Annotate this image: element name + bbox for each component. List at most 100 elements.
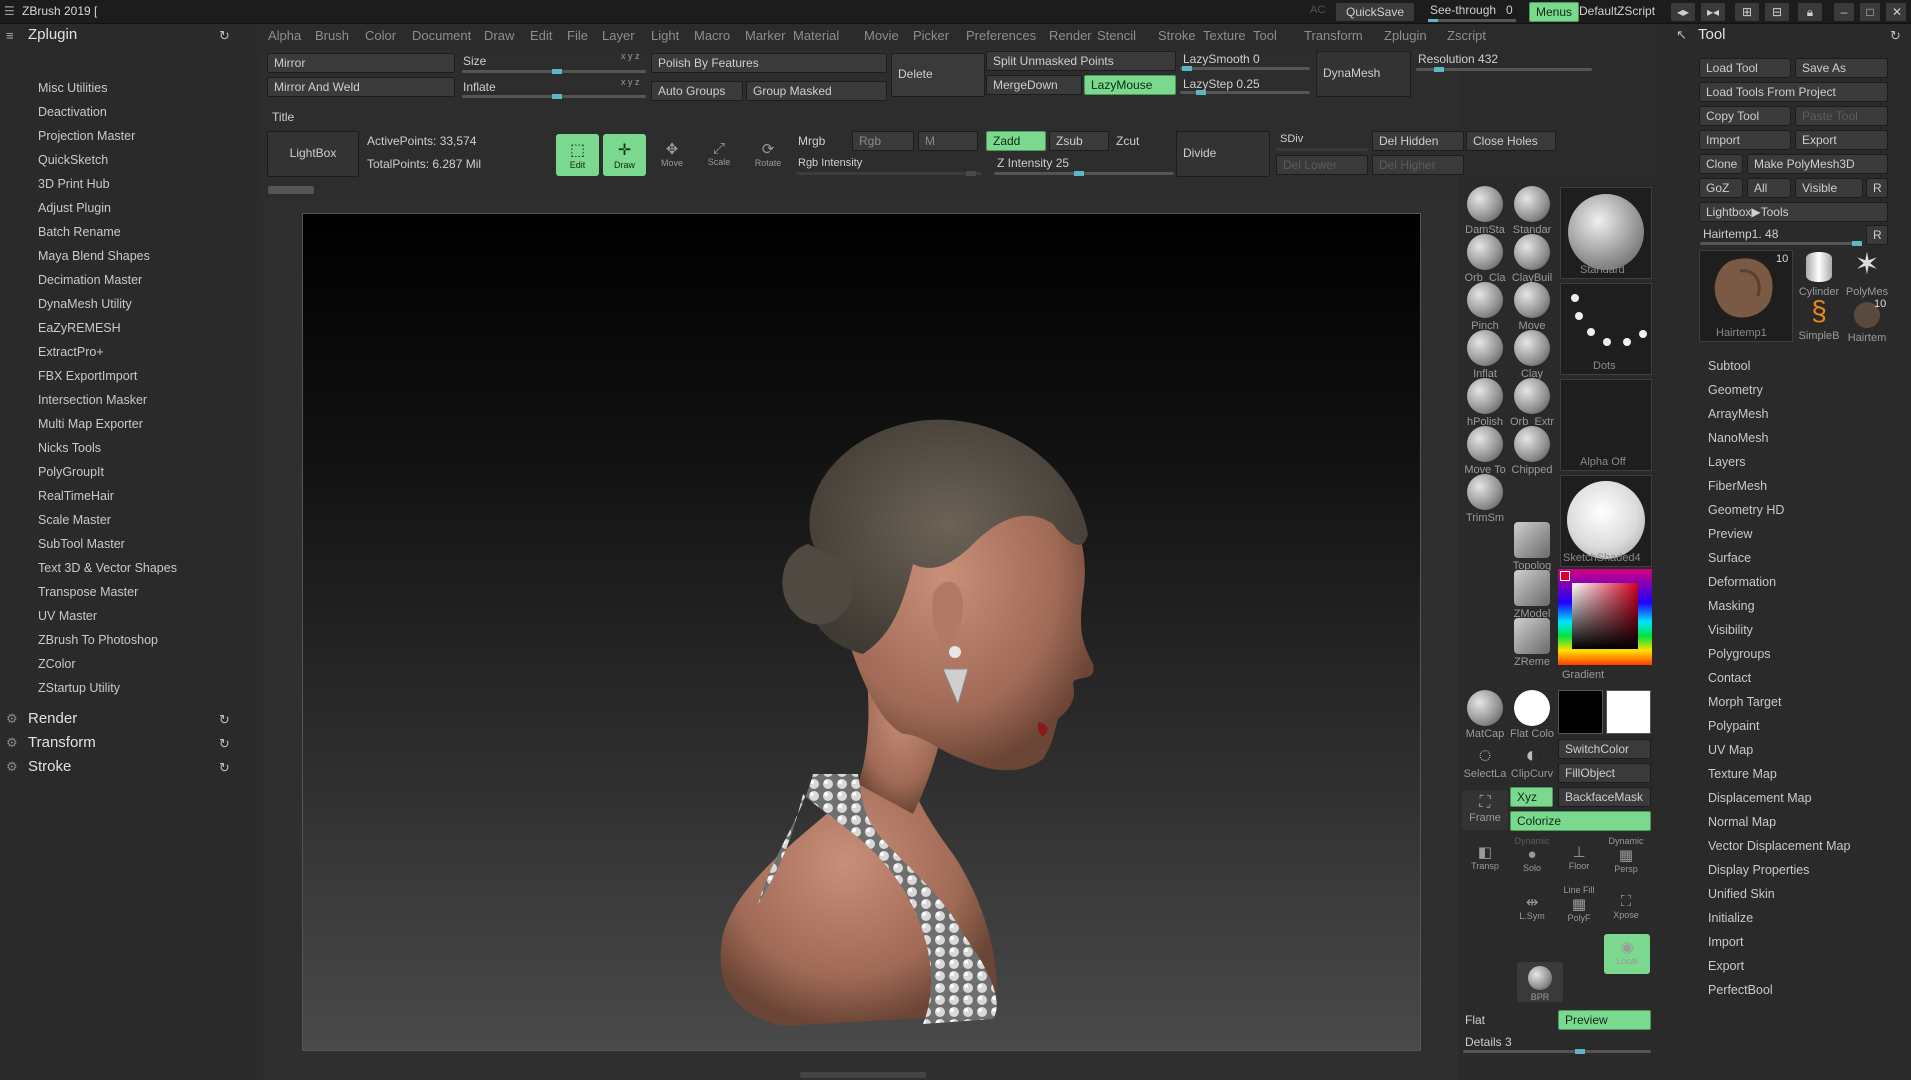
move-mode-button[interactable]: ✥ Move xyxy=(652,134,692,176)
section-refresh-icon[interactable]: ↻ xyxy=(219,712,230,728)
del-lower-button[interactable]: Del Lower xyxy=(1276,155,1368,175)
section-render[interactable]: Render xyxy=(28,710,77,727)
size-label[interactable]: Size xyxy=(463,54,486,68)
brush-orb-extrude[interactable]: Orb_Extr xyxy=(1509,378,1555,428)
brush-move-topological[interactable]: Move To xyxy=(1462,426,1508,476)
resolution-label[interactable]: Resolution 432 xyxy=(1418,52,1498,66)
zplugin-item[interactable]: ExtractPro+ xyxy=(38,345,104,359)
load-tool-button[interactable]: Load Tool xyxy=(1699,58,1791,78)
menu-light[interactable]: Light xyxy=(651,28,679,43)
tool-section-deformation[interactable]: Deformation xyxy=(1708,575,1776,589)
zplugin-item[interactable]: Transpose Master xyxy=(38,585,138,599)
lightbox-button[interactable]: LightBox xyxy=(267,131,359,177)
brush-clay[interactable]: Clay xyxy=(1509,330,1555,380)
fill-object-button[interactable]: FillObject xyxy=(1558,763,1651,783)
persp-button[interactable]: Dynamic ▦ Persp xyxy=(1603,836,1649,874)
edit-mode-button[interactable]: ⬚ Edit xyxy=(556,134,599,176)
zplugin-item[interactable]: PolyGroupIt xyxy=(38,465,104,479)
menu-movie[interactable]: Movie xyxy=(864,28,899,43)
lightbox-tools-button[interactable]: Lightbox▶Tools xyxy=(1699,202,1888,222)
export-button[interactable]: Export xyxy=(1795,130,1888,150)
tool-section-subtool[interactable]: Subtool xyxy=(1708,359,1750,373)
viewport-bottom-handle[interactable] xyxy=(800,1072,926,1078)
minimize-icon[interactable]: – xyxy=(1833,2,1855,22)
bpr-button[interactable]: BPR xyxy=(1517,962,1563,1002)
section-stroke[interactable]: Stroke xyxy=(28,758,71,775)
current-tool-label[interactable]: Hairtemp1. 48 xyxy=(1703,227,1778,241)
polyf-button[interactable]: Line Fill ▦ PolyF xyxy=(1556,885,1602,923)
default-zscript-button[interactable]: DefaultZScript xyxy=(1579,4,1655,18)
details-slider[interactable] xyxy=(1463,1049,1651,1054)
menu-stroke[interactable]: Stroke xyxy=(1158,28,1196,43)
menu-render[interactable]: Render xyxy=(1049,28,1092,43)
zplugin-item[interactable]: DynaMesh Utility xyxy=(38,297,132,311)
tool-section-preview[interactable]: Preview xyxy=(1708,527,1752,541)
rgb-intensity-label[interactable]: Rgb Intensity xyxy=(798,157,862,169)
primary-color-swatch[interactable] xyxy=(1558,690,1603,734)
menu-material[interactable]: Material xyxy=(793,28,839,43)
tool-thumb-hairtemp1[interactable]: 10 Hairtemp1 xyxy=(1699,250,1793,342)
tool-section-uv-map[interactable]: UV Map xyxy=(1708,743,1753,757)
delete-button[interactable]: Delete xyxy=(891,53,985,97)
tool-section-arraymesh[interactable]: ArrayMesh xyxy=(1708,407,1768,421)
local-toggle[interactable]: ◉ Local xyxy=(1604,934,1650,974)
tool-section-displacement-map[interactable]: Displacement Map xyxy=(1708,791,1812,805)
select-lasso-button[interactable]: ◌ SelectLa xyxy=(1462,742,1508,780)
zplugin-item[interactable]: 3D Print Hub xyxy=(38,177,110,191)
menu-alpha[interactable]: Alpha xyxy=(268,28,301,43)
menus-toggle[interactable]: Menus xyxy=(1529,2,1580,22)
details-label[interactable]: Details 3 xyxy=(1465,1035,1512,1049)
auto-groups-button[interactable]: Auto Groups xyxy=(651,81,743,101)
menu-zplugin[interactable]: Zplugin xyxy=(1384,28,1427,43)
shelf-scroll-handle[interactable] xyxy=(268,186,314,194)
rgb-intensity-slider[interactable] xyxy=(796,171,982,176)
brush-chipped[interactable]: Chipped xyxy=(1509,426,1555,476)
menu-tool[interactable]: Tool xyxy=(1253,28,1277,43)
resolution-slider[interactable] xyxy=(1416,67,1592,72)
tool-section-masking[interactable]: Masking xyxy=(1708,599,1755,613)
tool-header[interactable]: Tool xyxy=(1698,26,1726,43)
menu-draw[interactable]: Draw xyxy=(484,28,514,43)
layout-prev-icon[interactable]: ◂▸ xyxy=(1670,2,1696,22)
divide-button[interactable]: Divide xyxy=(1176,131,1270,177)
colorize-toggle[interactable]: Colorize xyxy=(1510,811,1651,831)
ui-layout2-icon[interactable]: ⊟ xyxy=(1764,2,1790,22)
tool-section-layers[interactable]: Layers xyxy=(1708,455,1746,469)
menu-layer[interactable]: Layer xyxy=(602,28,635,43)
lazysmooth-slider[interactable] xyxy=(1180,66,1310,71)
brush-damstandard[interactable]: DamSta xyxy=(1462,186,1508,236)
zplugin-item[interactable]: ZStartup Utility xyxy=(38,681,120,695)
menu-macro[interactable]: Macro xyxy=(694,28,730,43)
maximize-icon[interactable]: □ xyxy=(1859,2,1881,22)
goz-r-button[interactable]: R xyxy=(1866,178,1888,198)
tool-section-normal-map[interactable]: Normal Map xyxy=(1708,815,1776,829)
tool-r-button[interactable]: R xyxy=(1866,225,1888,245)
tool-section-initialize[interactable]: Initialize xyxy=(1708,911,1753,925)
zadd-toggle[interactable]: Zadd xyxy=(986,131,1046,151)
ui-layout-icon[interactable]: ⊞ xyxy=(1734,2,1760,22)
model-canvas[interactable] xyxy=(302,213,1421,1051)
zcut-toggle[interactable]: Zcut xyxy=(1116,134,1139,148)
dynamesh-button[interactable]: DynaMesh xyxy=(1316,51,1411,97)
tool-section-nanomesh[interactable]: NanoMesh xyxy=(1708,431,1768,445)
zplugin-item[interactable]: Maya Blend Shapes xyxy=(38,249,150,263)
zplugin-item[interactable]: RealTimeHair xyxy=(38,489,114,503)
menu-picker[interactable]: Picker xyxy=(913,28,949,43)
layout-next-icon[interactable]: ▸◂ xyxy=(1700,2,1726,22)
goz-all-button[interactable]: All xyxy=(1747,178,1791,198)
close-icon[interactable]: ✕ xyxy=(1885,2,1907,22)
xpose-button[interactable]: ⛶ Xpose xyxy=(1603,893,1649,920)
tool-section-fibermesh[interactable]: FiberMesh xyxy=(1708,479,1767,493)
goz-visible-button[interactable]: Visible xyxy=(1795,178,1863,198)
preview-render-toggle[interactable]: Preview xyxy=(1558,1010,1651,1030)
tool-section-geometry-hd[interactable]: Geometry HD xyxy=(1708,503,1784,517)
menu-zscript[interactable]: Zscript xyxy=(1447,28,1486,43)
lazystep-slider[interactable] xyxy=(1180,90,1310,95)
mirror-button[interactable]: Mirror xyxy=(267,53,455,73)
flat-render-label[interactable]: Flat xyxy=(1465,1013,1485,1027)
tool-refresh-icon[interactable]: ↻ xyxy=(1890,28,1901,44)
inflate-slider[interactable] xyxy=(462,94,646,99)
zplugin-item[interactable]: Text 3D & Vector Shapes xyxy=(38,561,177,575)
menu-file[interactable]: File xyxy=(567,28,588,43)
tool-section-vector-displacement-map[interactable]: Vector Displacement Map xyxy=(1708,839,1850,853)
